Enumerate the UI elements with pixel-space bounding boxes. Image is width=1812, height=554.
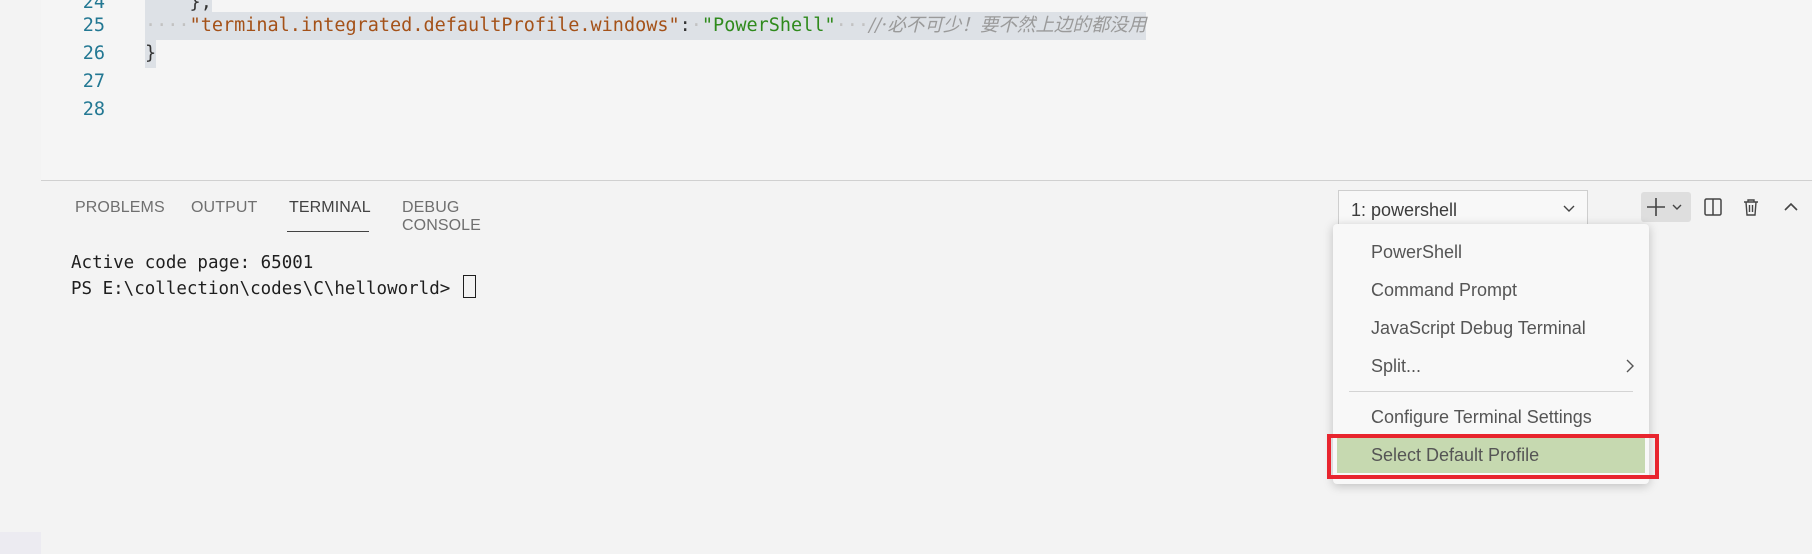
tab-debug-console[interactable]: DEBUG CONSOLE — [402, 199, 481, 235]
split-icon[interactable] — [1698, 192, 1728, 222]
tab-problems[interactable]: PROBLEMS — [75, 199, 165, 217]
terminal-prompt: PS E:\collection\codes\C\helloworld> — [71, 279, 461, 299]
json-key: "terminal.integrated.defaultProfile.wind… — [189, 15, 680, 36]
active-tab-indicator — [287, 231, 369, 232]
code-editor[interactable]: 24 }, 25 ····"terminal.integrated.defaul… — [41, 0, 1812, 180]
menu-item-command-prompt[interactable]: Command Prompt — [1333, 272, 1649, 308]
tab-output[interactable]: OUTPUT — [191, 199, 257, 217]
code-line: 25 ····"terminal.integrated.defaultProfi… — [41, 12, 1812, 40]
code-line: 28 — [41, 96, 1812, 124]
code-text: ····"terminal.integrated.defaultProfile.… — [145, 12, 1147, 40]
chevron-down-icon[interactable] — [1665, 192, 1689, 222]
menu-separator — [1349, 391, 1633, 392]
menu-item-configure-terminal-settings[interactable]: Configure Terminal Settings — [1333, 399, 1649, 435]
code-line: 26 } — [41, 40, 1812, 68]
chevron-right-icon — [1623, 357, 1637, 380]
code-text: } — [145, 40, 157, 68]
json-string-value: "PowerShell" — [701, 15, 836, 36]
terminal-select-value: 1: powershell — [1351, 200, 1458, 220]
menu-item-powershell[interactable]: PowerShell — [1333, 234, 1649, 270]
chevron-up-icon[interactable] — [1776, 192, 1806, 222]
menu-item-label: PowerShell — [1371, 242, 1463, 262]
code-line: 27 — [41, 68, 1812, 96]
menu-item-select-default-profile[interactable]: Select Default Profile — [1337, 437, 1645, 473]
menu-item-split[interactable]: Split... — [1333, 348, 1649, 384]
json-colon: : — [679, 15, 691, 36]
menu-item-label: Select Default Profile — [1371, 445, 1540, 465]
whitespace-marker: ···· — [145, 15, 190, 36]
terminal-select-dropdown[interactable]: 1: powershell — [1338, 190, 1588, 228]
menu-item-javascript-debug-terminal[interactable]: JavaScript Debug Terminal — [1333, 310, 1649, 346]
terminal-output[interactable]: Active code page: 65001 PS E:\collection… — [71, 251, 476, 301]
activity-bar — [0, 0, 41, 554]
code-comment: //·必不可少！要不然上边的都没用 — [869, 15, 1147, 36]
menu-item-label: Command Prompt — [1371, 280, 1518, 300]
chevron-down-icon — [1561, 200, 1577, 221]
tab-terminal[interactable]: TERMINAL — [289, 199, 371, 217]
terminal-line: Active code page: 65001 — [71, 253, 314, 273]
line-number: 27 — [82, 71, 105, 92]
menu-item-label: JavaScript Debug Terminal — [1371, 318, 1586, 338]
launch-profile-menu: PowerShell Command Prompt JavaScript Deb… — [1333, 224, 1649, 484]
trash-icon[interactable] — [1736, 192, 1766, 222]
line-number: 26 — [82, 43, 105, 64]
terminal-cursor — [462, 275, 476, 298]
line-number: 28 — [82, 99, 105, 120]
line-number: 25 — [82, 15, 105, 36]
activity-bar-accent — [0, 532, 41, 554]
menu-item-label: Configure Terminal Settings — [1371, 407, 1592, 427]
menu-item-label: Split... — [1371, 356, 1422, 376]
